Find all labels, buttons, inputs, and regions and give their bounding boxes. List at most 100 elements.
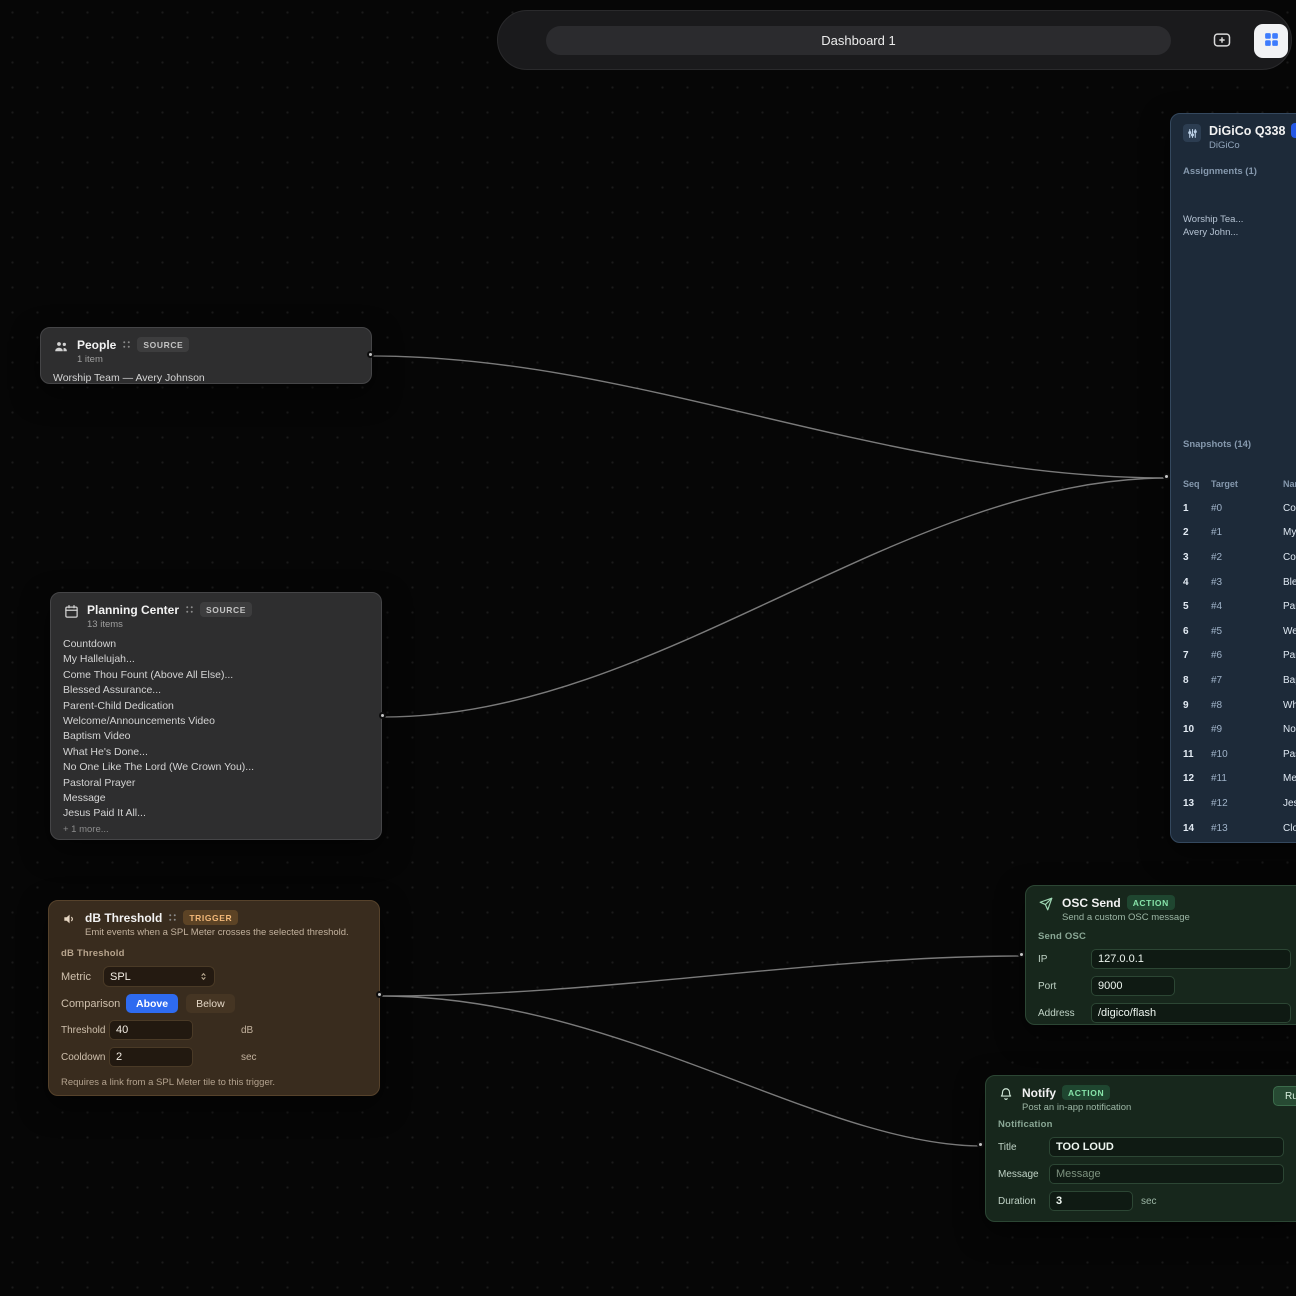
planning-item[interactable]: My Hallelujah... (63, 652, 369, 667)
add-tile-icon (1212, 30, 1232, 53)
snapshot-row[interactable]: 9 #8 Wha (1183, 693, 1296, 718)
duration-input[interactable] (1049, 1191, 1133, 1211)
drag-handle-icon[interactable] (122, 340, 131, 349)
trigger-footnote: Requires a link from a SPL Meter tile to… (61, 1077, 276, 1088)
db-threshold-node[interactable]: dB Threshold TRIGGER Emit events when a … (48, 900, 380, 1096)
snapshot-row[interactable]: 5 #4 Par (1183, 594, 1296, 619)
grid-icon (1263, 31, 1280, 51)
node-title: DiGiCo Q338 (1209, 123, 1286, 138)
snapshots-table: Seq Target Name 1 #0 Cou 2 #1 My 3 #2 Co… (1183, 472, 1296, 840)
snapshot-row[interactable]: 8 #7 Bap (1183, 668, 1296, 693)
snapshot-row[interactable]: 7 #6 Par (1183, 644, 1296, 669)
below-button[interactable]: Below (186, 994, 235, 1013)
ip-label: IP (1038, 953, 1048, 965)
duration-unit: sec (1141, 1195, 1157, 1207)
assignment-row[interactable]: Worship Tea... (1183, 214, 1243, 225)
grid-view-button[interactable] (1254, 24, 1288, 58)
new-tile-button[interactable] (1205, 24, 1239, 58)
people-node[interactable]: People SOURCE 1 item Worship Team — Aver… (40, 327, 372, 384)
port-label: Port (1038, 980, 1057, 992)
snapshot-row[interactable]: 12 #11 Mes (1183, 767, 1296, 792)
destination-badge: DESTINATION (1291, 123, 1296, 138)
section-label: Send OSC (1038, 931, 1087, 942)
threshold-input[interactable] (109, 1020, 193, 1040)
calendar-icon (63, 603, 79, 619)
people-output-port[interactable] (367, 351, 374, 358)
address-input[interactable] (1091, 1003, 1291, 1023)
notify-node[interactable]: Notify ACTION Post an in-app notificatio… (985, 1075, 1296, 1222)
snapshot-row[interactable]: 14 #13 Clo (1183, 816, 1296, 841)
source-badge: SOURCE (200, 602, 252, 617)
dashboard-title-pill[interactable]: Dashboard 1 (546, 26, 1171, 55)
planning-item[interactable]: Welcome/Announcements Video (63, 714, 369, 729)
run-button[interactable]: Run (1273, 1086, 1296, 1106)
node-title: Planning Center (87, 602, 180, 617)
node-title: dB Threshold (85, 910, 163, 925)
planning-item[interactable]: Blessed Assurance... (63, 683, 369, 698)
planning-item[interactable]: What He's Done... (63, 745, 369, 760)
message-label: Message (998, 1168, 1039, 1180)
threshold-label: Threshold (61, 1024, 106, 1036)
planning-item[interactable]: No One Like The Lord (We Crown You)... (63, 760, 369, 775)
source-badge: SOURCE (137, 337, 190, 352)
section-label: dB Threshold (61, 948, 125, 959)
col-seq: Seq (1183, 479, 1200, 489)
col-name: Name (1283, 479, 1296, 489)
planning-item[interactable]: Countdown (63, 637, 369, 652)
planning-output-port[interactable] (379, 712, 386, 719)
digico-node[interactable]: DiGiCo Q338 DESTINATION DiGiCo Assignmen… (1170, 113, 1296, 843)
planning-more-label[interactable]: + 1 more... (63, 822, 369, 837)
node-title: Notify (1022, 1085, 1056, 1100)
threshold-output-port[interactable] (376, 991, 383, 998)
cooldown-input[interactable] (109, 1047, 193, 1067)
node-title: People (77, 337, 117, 352)
cooldown-unit: sec (241, 1051, 257, 1063)
planning-item[interactable]: Come Thou Fount (Above All Else)... (63, 668, 369, 683)
snapshot-row[interactable]: 2 #1 My (1183, 521, 1296, 546)
cooldown-label: Cooldown (61, 1051, 106, 1063)
node-subtitle: Send a custom OSC message (1062, 912, 1190, 923)
mixer-icon (1183, 124, 1201, 142)
planning-item[interactable]: Parent-Child Dedication (63, 699, 369, 714)
planning-item[interactable]: Jesus Paid It All... (63, 806, 369, 821)
port-input[interactable] (1091, 976, 1175, 996)
trigger-badge: TRIGGER (183, 910, 239, 925)
assignments-label: Assignments (1) (1183, 166, 1257, 177)
bell-icon (998, 1086, 1014, 1102)
snapshot-row[interactable]: 13 #12 Jes (1183, 791, 1296, 816)
top-bar: Dashboard 1 (497, 10, 1292, 70)
comparison-label: Comparison (61, 997, 121, 1010)
snapshots-label: Snapshots (14) (1183, 439, 1252, 450)
action-badge: ACTION (1062, 1085, 1111, 1100)
snapshot-row[interactable]: 3 #2 Con (1183, 545, 1296, 570)
digico-input-port[interactable] (1163, 473, 1170, 480)
notify-input-port[interactable] (977, 1141, 984, 1148)
snapshot-row[interactable]: 1 #0 Cou (1183, 496, 1296, 521)
above-button[interactable]: Above (126, 994, 179, 1013)
updown-chevron-icon (199, 972, 208, 981)
snapshot-row[interactable]: 4 #3 Bles (1183, 570, 1296, 595)
address-label: Address (1038, 1007, 1075, 1019)
drag-handle-icon[interactable] (168, 913, 177, 922)
ip-input[interactable] (1091, 949, 1291, 969)
snapshot-row[interactable]: 6 #5 Wel (1183, 619, 1296, 644)
assignment-row[interactable]: Avery John... (1183, 227, 1238, 238)
planning-item[interactable]: Pastoral Prayer (63, 776, 369, 791)
snapshot-row[interactable]: 10 #9 No (1183, 717, 1296, 742)
planning-item[interactable]: Baptism Video (63, 729, 369, 744)
metric-select[interactable]: SPL (103, 966, 215, 987)
edge-threshold-notify (380, 995, 983, 1147)
osc-input-port[interactable] (1018, 951, 1025, 958)
node-subtitle: Post an in-app notification (1022, 1102, 1132, 1113)
people-icon (53, 338, 69, 354)
title-input[interactable] (1049, 1137, 1284, 1157)
send-icon (1038, 896, 1054, 912)
dashboard-title: Dashboard 1 (821, 33, 896, 48)
planning-item[interactable]: Message (63, 791, 369, 806)
message-input[interactable] (1049, 1164, 1284, 1184)
osc-send-node[interactable]: OSC Send ACTION Send a custom OSC messag… (1025, 885, 1296, 1025)
planning-center-node[interactable]: Planning Center SOURCE 13 items Countdow… (50, 592, 382, 840)
drag-handle-icon[interactable] (185, 605, 194, 614)
snapshot-row[interactable]: 11 #10 Pas (1183, 742, 1296, 767)
people-item[interactable]: Worship Team — Avery Johnson (53, 371, 359, 386)
